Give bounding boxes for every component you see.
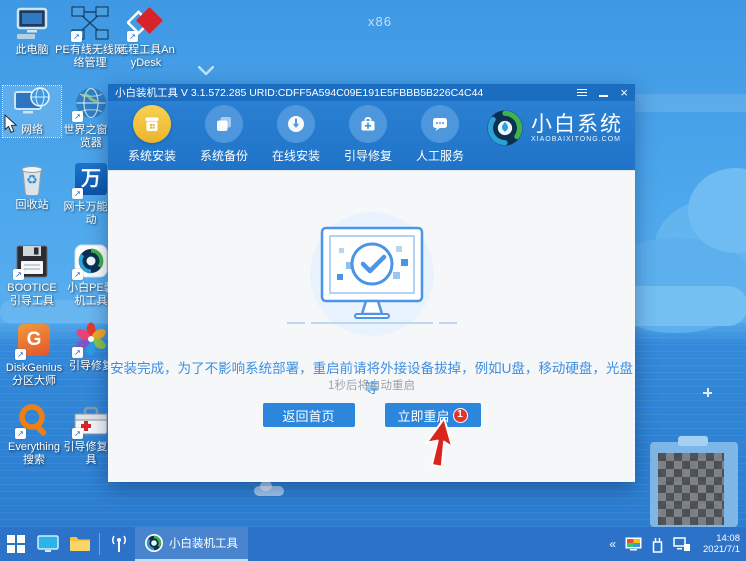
- shortcut-arrow-icon: ↗: [15, 428, 26, 439]
- tab-label: 系统安装: [127, 149, 176, 163]
- window-menu-button[interactable]: [577, 87, 588, 98]
- app-window: 小白装机工具 V 3.1.572.285 URID:CDFF5A594C09E1…: [108, 84, 635, 482]
- anydesk-icon: ↗: [126, 6, 165, 42]
- desktop-icon-label: DiskGenius分区大师: [5, 362, 63, 387]
- taskbar-clock[interactable]: 14:08 2021/7/1: [700, 533, 740, 555]
- shortcut-arrow-icon: ↗: [72, 188, 83, 199]
- search-icon: ↗: [15, 403, 53, 439]
- show-hidden-icons-button[interactable]: «: [609, 537, 616, 551]
- shortcut-arrow-icon: ↗: [72, 269, 83, 280]
- xiaobai-logo-icon: [487, 110, 523, 146]
- taskbar-left: 小白装机工具: [0, 527, 248, 561]
- tab-boot-repair[interactable]: 引导修复: [332, 105, 404, 170]
- back-home-button[interactable]: 返回首页: [262, 403, 355, 427]
- desktop-icon-label: 回收站: [15, 199, 49, 211]
- install-complete-illustration: [267, 211, 477, 344]
- antenna-icon: [112, 535, 126, 552]
- shortcut-arrow-icon: ↗: [72, 347, 83, 358]
- mouse-cursor: [4, 114, 18, 133]
- tab-label: 人工服务: [415, 149, 464, 163]
- desktop-icon-recycle-bin[interactable]: ♻ 回收站: [3, 161, 61, 212]
- floppy-disk-icon: ↗: [13, 244, 51, 280]
- shortcut-arrow-icon: ↗: [72, 428, 83, 439]
- taskbar-app-label: 小白装机工具: [169, 538, 238, 550]
- pinwheel-icon: ↗: [72, 322, 110, 358]
- file-explorer-button[interactable]: [64, 527, 96, 561]
- tray-network-icon[interactable]: [673, 536, 691, 552]
- diskgenius-icon: G ↗: [15, 324, 53, 360]
- window-title: 小白装机工具 V 3.1.572.285 URID:CDFF5A594C09E1…: [115, 87, 484, 99]
- folder-icon: [70, 537, 90, 551]
- clock-time: 14:08: [716, 533, 740, 544]
- this-pc-icon: [13, 6, 51, 42]
- brand-site: XIAOBAIXITONG.COM: [531, 136, 621, 143]
- shortcut-arrow-icon: ↗: [71, 31, 82, 42]
- tab-label: 引导修复: [343, 149, 392, 163]
- window-titlebar[interactable]: 小白装机工具 V 3.1.572.285 URID:CDFF5A594C09E1…: [108, 84, 635, 101]
- repair-case-icon: [349, 105, 387, 143]
- desktop-icon-label: Everything搜索: [8, 441, 60, 466]
- tab-label: 在线安装: [271, 149, 320, 163]
- shortcut-arrow-icon: ↗: [127, 31, 138, 42]
- recycle-glyph: ♻: [26, 172, 38, 187]
- window-content: 安装完成，为了不影响系统部署，重启前请将外接设备拔掉，例如U盘，移动硬盘，光盘等…: [108, 170, 635, 482]
- shortcut-arrow-icon: ↗: [13, 269, 24, 280]
- window-close-button[interactable]: ×: [620, 86, 628, 99]
- tab-system-install[interactable]: 系统安装: [116, 105, 188, 170]
- wireless-tool-button[interactable]: [103, 527, 135, 561]
- desktop-icon-anydesk[interactable]: ↗ 远程工具AnyDesk: [116, 6, 176, 70]
- start-button[interactable]: [0, 527, 32, 561]
- system-backup-icon: [205, 105, 243, 143]
- shortcut-arrow-icon: ↗: [15, 349, 26, 360]
- sparkle-icon: [703, 388, 712, 397]
- desktop-icon-label: 远程工具AnyDesk: [117, 44, 175, 69]
- taskbar-display-button[interactable]: [32, 527, 64, 561]
- brand-logo: 小白系统 XIAOBAIXITONG.COM: [486, 109, 623, 147]
- tab-system-backup[interactable]: 系统备份: [188, 105, 260, 170]
- blurred-qr-code: [658, 453, 724, 525]
- download-icon: [277, 105, 315, 143]
- desktop-icon-bootice[interactable]: ↗ BOOTICE引导工具: [3, 244, 61, 308]
- monitor-icon: [37, 535, 59, 552]
- qr-code-panel: [650, 436, 738, 527]
- wallpaper-arch-label: x86: [368, 14, 392, 29]
- taskbar: 小白装机工具 « 14:08 2021/7/1: [0, 527, 746, 561]
- tray-usb-icon[interactable]: [651, 536, 664, 553]
- network-icon: [13, 86, 51, 122]
- tab-online-install[interactable]: 在线安装: [260, 105, 332, 170]
- menu-icon: [577, 87, 588, 98]
- minimize-icon: [599, 94, 609, 97]
- window-nav: 系统安装 系统备份 在线安装 引导修复 人工服务 小白系统 XIAOBAIXIT…: [108, 101, 635, 170]
- desktop-icon-diskgenius[interactable]: G ↗ DiskGenius分区大师: [3, 322, 65, 388]
- desktop-icon-everything[interactable]: ↗ Everything搜索: [3, 403, 65, 467]
- wan-driver-icon: 万 ↗: [72, 163, 110, 199]
- brand-name: 小白系统: [531, 113, 623, 136]
- windows-logo-icon: [7, 535, 25, 553]
- tray-display-icon[interactable]: [625, 537, 642, 551]
- back-home-label: 返回首页: [282, 408, 335, 424]
- shortcut-arrow-icon: ↗: [72, 111, 83, 122]
- close-icon: ×: [620, 85, 628, 100]
- button-row: 返回首页 立即重启 1: [108, 403, 635, 427]
- xiaobai-pe-icon: ↗: [72, 244, 110, 280]
- clock-date: 2021/7/1: [703, 544, 740, 555]
- network-nodes-icon: ↗: [71, 6, 109, 42]
- chat-bubble-icon: [421, 105, 459, 143]
- tab-label: 系统备份: [199, 149, 248, 163]
- recycle-bin-icon: ♻: [13, 161, 51, 197]
- globe-icon: ↗: [72, 86, 110, 122]
- auto-restart-countdown: 1秒后将自动重启: [328, 380, 415, 392]
- taskbar-app-xiaobai[interactable]: 小白装机工具: [135, 527, 248, 561]
- cloud: [254, 481, 284, 496]
- taskbar-separator: [99, 533, 100, 555]
- desktop-icon-label: BOOTICE引导工具: [7, 282, 57, 307]
- qr-panel-tab: [678, 436, 708, 446]
- chevron-down-icon: [198, 66, 214, 76]
- xiaobai-app-icon: [145, 534, 163, 552]
- system-tray: « 14:08 2021/7/1: [609, 527, 746, 561]
- tab-manual-service[interactable]: 人工服务: [404, 105, 476, 170]
- toolbox-icon: ↗: [72, 403, 110, 439]
- window-minimize-button[interactable]: [599, 89, 609, 97]
- system-install-icon: [133, 105, 171, 143]
